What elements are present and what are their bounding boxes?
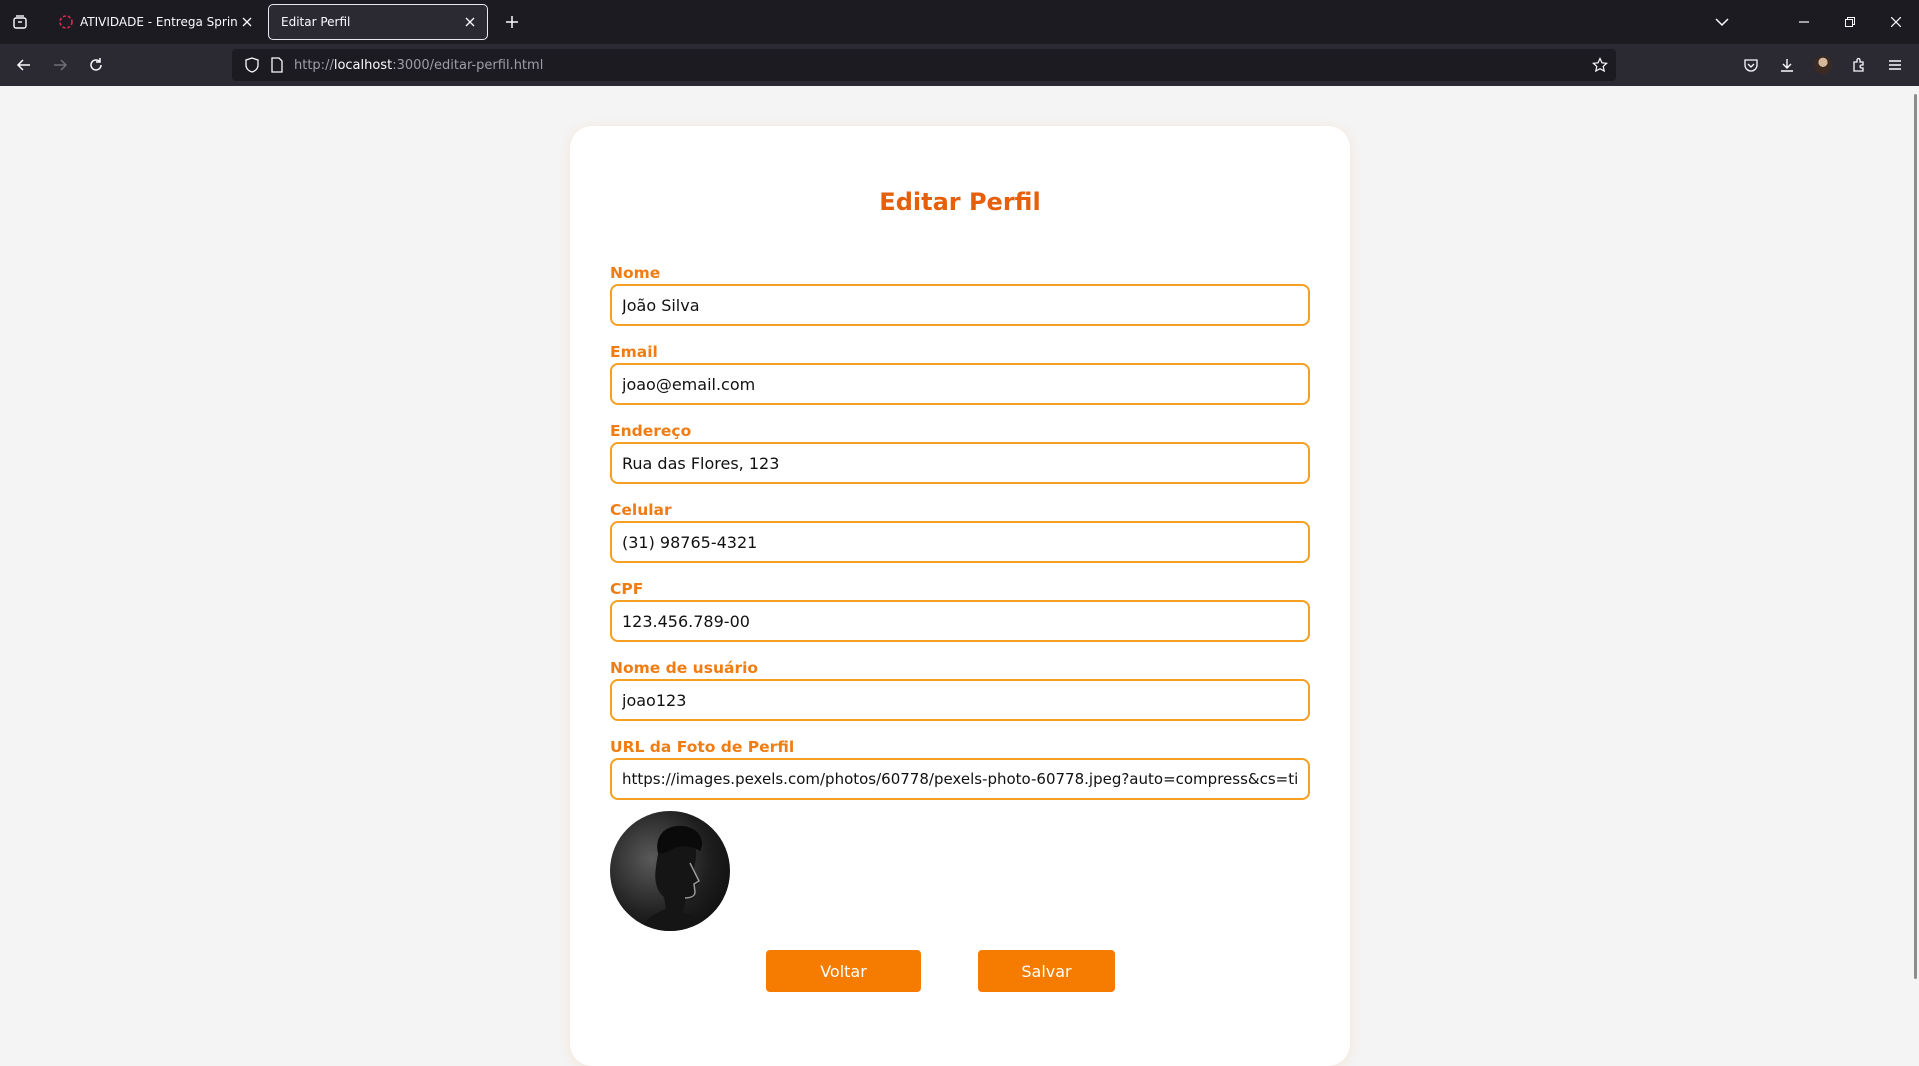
back-arrow-icon[interactable] [6,49,42,81]
page-title: Editar Perfil [879,188,1041,216]
photo-url-label: URL da Foto de Perfil [610,738,795,756]
tab-title: Editar Perfil [281,15,351,29]
tab-bar: ATIVIDADE - Entrega Sprint 2 - I Editar … [0,0,1919,44]
close-icon[interactable] [461,13,479,31]
address-bar[interactable]: http://localhost:3000/editar-perfil.html [232,49,1616,81]
tab-atividade[interactable]: ATIVIDADE - Entrega Sprint 2 - I [46,4,264,40]
star-icon[interactable] [1592,57,1608,73]
endereco-input[interactable] [610,442,1310,484]
download-icon[interactable] [1769,49,1805,81]
url-path: :3000/editar-perfil.html [392,57,544,73]
edit-profile-card: Editar Perfil Nome Email Endereço Celula… [570,126,1350,1066]
chevron-down-icon[interactable] [1700,0,1744,44]
celular-input[interactable] [610,521,1310,563]
photo-url-input[interactable] [610,758,1310,800]
email-input[interactable] [610,363,1310,405]
reload-icon[interactable] [78,49,114,81]
window-controls [1781,0,1919,44]
new-tab-button[interactable] [494,4,530,40]
tab-title: ATIVIDADE - Entrega Sprint 2 - I [80,15,238,29]
endereco-label: Endereço [610,422,692,440]
username-input[interactable] [610,679,1310,721]
restore-icon[interactable] [1827,0,1873,44]
forward-arrow-icon[interactable] [42,49,78,81]
page-scrollbar[interactable] [1914,94,1917,979]
shield-icon[interactable] [244,57,260,73]
page-icon[interactable] [270,57,284,73]
url-text[interactable]: http://localhost:3000/editar-perfil.html [294,58,543,73]
username-label: Nome de usuário [610,659,759,677]
url-host: localhost [333,57,393,73]
loading-icon [59,15,73,29]
nome-input[interactable] [610,284,1310,326]
minimize-icon[interactable] [1781,0,1827,44]
close-icon[interactable] [238,13,256,31]
account-avatar-icon[interactable] [1805,49,1841,81]
cpf-input[interactable] [610,600,1310,642]
nome-label: Nome [610,264,661,282]
email-label: Email [610,343,658,361]
tab-list-icon[interactable] [0,0,40,44]
toolbar-right [1733,49,1913,81]
tab-editar-perfil[interactable]: Editar Perfil [268,4,488,40]
pocket-icon[interactable] [1733,49,1769,81]
profile-photo-preview [610,811,730,931]
close-window-icon[interactable] [1873,0,1919,44]
save-button[interactable]: Salvar [978,950,1115,992]
url-scheme: http:// [294,57,334,73]
cpf-label: CPF [610,580,644,598]
back-button[interactable]: Voltar [766,950,921,992]
extensions-icon[interactable] [1841,49,1877,81]
menu-icon[interactable] [1877,49,1913,81]
celular-label: Celular [610,501,672,519]
nav-bar: http://localhost:3000/editar-perfil.html [0,44,1919,86]
